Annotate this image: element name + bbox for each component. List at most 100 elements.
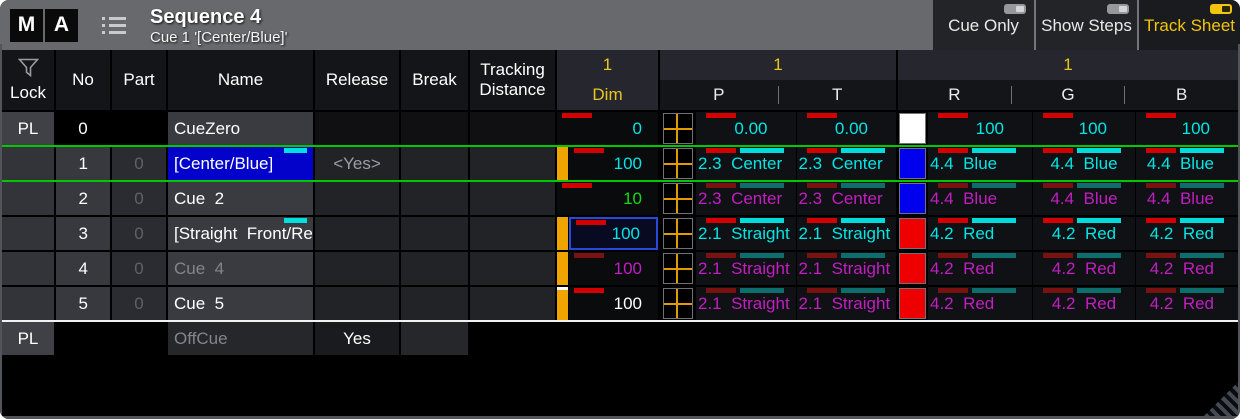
header-break[interactable]: Break — [401, 50, 468, 110]
cue-number-cell[interactable]: 2 — [56, 182, 110, 215]
button-cue-only[interactable]: Cue Only — [933, 0, 1034, 50]
part-cell[interactable]: 0 — [112, 252, 166, 285]
break-cell[interactable] — [401, 147, 468, 180]
release-cell[interactable] — [315, 182, 399, 215]
red-value-cell[interactable]: 100 — [928, 112, 1032, 145]
blue-value-cell[interactable]: 4.2 Red — [1136, 217, 1238, 250]
group-number[interactable]: 1 — [898, 50, 1238, 80]
part-cell[interactable]: 0 — [112, 182, 166, 215]
cue-number-cell[interactable]: 4 — [56, 252, 110, 285]
dim-cell[interactable]: 10 — [557, 182, 658, 215]
tilt-value-cell[interactable]: 2.3 Center — [797, 182, 897, 215]
blue-value-cell[interactable]: 100 — [1136, 112, 1238, 145]
header-g[interactable]: G — [1012, 85, 1125, 105]
blue-value-cell[interactable]: 4.4 Blue — [1136, 182, 1238, 215]
cue-name-cell[interactable]: Cue 2 — [168, 182, 313, 215]
break-cell[interactable] — [401, 182, 468, 215]
break-cell[interactable] — [401, 217, 468, 250]
tracking-distance-cell[interactable] — [470, 182, 555, 215]
break-cell[interactable] — [401, 112, 468, 145]
group-number[interactable]: 1 — [660, 50, 896, 80]
cue-name-cell[interactable]: [Straight Front/Re — [168, 217, 313, 250]
header-lock[interactable]: Lock — [2, 50, 54, 110]
release-cell[interactable] — [315, 287, 399, 320]
header-name[interactable]: Name — [168, 50, 313, 110]
pan-value-cell[interactable]: 2.3 Center — [696, 182, 796, 215]
pan-value-cell[interactable]: 2.1 Straight — [696, 252, 796, 285]
pan-value-cell[interactable]: 2.1 Straight — [696, 217, 796, 250]
ma-logo[interactable]: M A — [10, 9, 78, 42]
header-part[interactable]: Part — [112, 50, 166, 110]
tracking-distance-cell[interactable] — [470, 287, 555, 320]
green-value-cell[interactable]: 4.4 Blue — [1033, 182, 1135, 215]
green-value-cell[interactable]: 4.2 Red — [1033, 287, 1135, 320]
group-number[interactable]: 1 — [557, 50, 658, 80]
red-value-cell[interactable]: 4.4 Blue — [928, 147, 1032, 180]
part-cell[interactable]: 0 — [112, 147, 166, 180]
header-release[interactable]: Release — [315, 50, 399, 110]
dim-value-cell[interactable]: 0 — [557, 112, 658, 145]
red-value-cell[interactable]: 4.2 Red — [928, 287, 1032, 320]
lock-cell[interactable]: PL — [2, 112, 54, 145]
resize-handle[interactable] — [1204, 382, 1238, 416]
dim-cell[interactable]: 100 — [557, 287, 658, 320]
part-cell[interactable] — [112, 322, 166, 355]
tracking-distance-cell[interactable] — [470, 217, 555, 250]
cue-name-cell[interactable]: [Center/Blue] — [168, 147, 313, 180]
lock-cell[interactable] — [2, 217, 54, 250]
lock-cell[interactable] — [2, 147, 54, 180]
cue-name-cell[interactable]: CueZero — [168, 112, 313, 145]
header-b[interactable]: B — [1125, 85, 1238, 105]
tilt-value-cell[interactable]: 0.00 — [797, 112, 897, 145]
green-value-cell[interactable]: 4.2 Red — [1033, 252, 1135, 285]
red-value-cell[interactable]: 4.2 Red — [928, 217, 1032, 250]
lock-cell[interactable] — [2, 287, 54, 320]
lock-cell[interactable] — [2, 182, 54, 215]
blue-value-cell[interactable]: 4.2 Red — [1136, 287, 1238, 320]
header-dim[interactable]: Dim — [557, 85, 658, 105]
lock-cell[interactable] — [2, 252, 54, 285]
pan-value-cell[interactable]: 2.1 Straight — [696, 287, 796, 320]
break-cell[interactable] — [401, 287, 468, 320]
dim-cell[interactable]: 100 — [557, 252, 658, 285]
release-cell[interactable]: Yes — [315, 322, 399, 355]
green-value-cell[interactable]: 4.2 Red — [1033, 217, 1135, 250]
red-value-cell[interactable]: 4.4 Blue — [928, 182, 1032, 215]
cue-name-cell[interactable]: OffCue — [168, 322, 313, 355]
header-no[interactable]: No — [56, 50, 110, 110]
green-value-cell[interactable]: 100 — [1033, 112, 1135, 145]
button-show-steps[interactable]: Show Steps — [1034, 0, 1137, 50]
tilt-value-cell[interactable]: 2.3 Center — [797, 147, 897, 180]
release-cell[interactable]: <Yes> — [315, 147, 399, 180]
tilt-value-cell[interactable]: 2.1 Straight — [797, 217, 897, 250]
dim-cell[interactable]: 100 — [557, 217, 658, 250]
dim-cell[interactable]: 100 — [557, 147, 658, 180]
part-cell[interactable] — [112, 112, 166, 145]
break-cell[interactable] — [401, 322, 468, 355]
release-cell[interactable] — [315, 252, 399, 285]
tracking-distance-cell[interactable] — [470, 322, 555, 355]
dim-value-cell[interactable]: 100 — [569, 252, 658, 285]
titlebar[interactable]: M A Sequence 4 Cue 1 '[Center/Blue]' Cue… — [0, 0, 1240, 50]
cue-number-cell[interactable] — [56, 322, 110, 355]
cue-number-cell[interactable]: 1 — [56, 147, 110, 180]
cue-number-cell[interactable]: 0 — [56, 112, 110, 145]
header-p[interactable]: P — [660, 85, 778, 105]
header-td[interactable]: Tracking Distance — [470, 50, 555, 110]
pan-value-cell[interactable]: 2.3 Center — [696, 147, 796, 180]
button-track-sheet[interactable]: Track Sheet — [1137, 0, 1240, 50]
cue-number-cell[interactable]: 3 — [56, 217, 110, 250]
break-cell[interactable] — [401, 252, 468, 285]
tracking-distance-cell[interactable] — [470, 112, 555, 145]
release-cell[interactable] — [315, 112, 399, 145]
red-value-cell[interactable]: 4.2 Red — [928, 252, 1032, 285]
release-cell[interactable] — [315, 217, 399, 250]
dim-value-cell[interactable]: 100 — [569, 287, 658, 320]
cue-number-cell[interactable]: 5 — [56, 287, 110, 320]
dim-cell[interactable]: 0 — [557, 112, 658, 145]
pan-value-cell[interactable]: 0.00 — [696, 112, 796, 145]
tilt-value-cell[interactable]: 2.1 Straight — [797, 252, 897, 285]
blue-value-cell[interactable]: 4.4 Blue — [1136, 147, 1238, 180]
dim-value-cell[interactable]: 100 — [569, 147, 658, 180]
dim-value-cell[interactable]: 10 — [557, 182, 658, 215]
